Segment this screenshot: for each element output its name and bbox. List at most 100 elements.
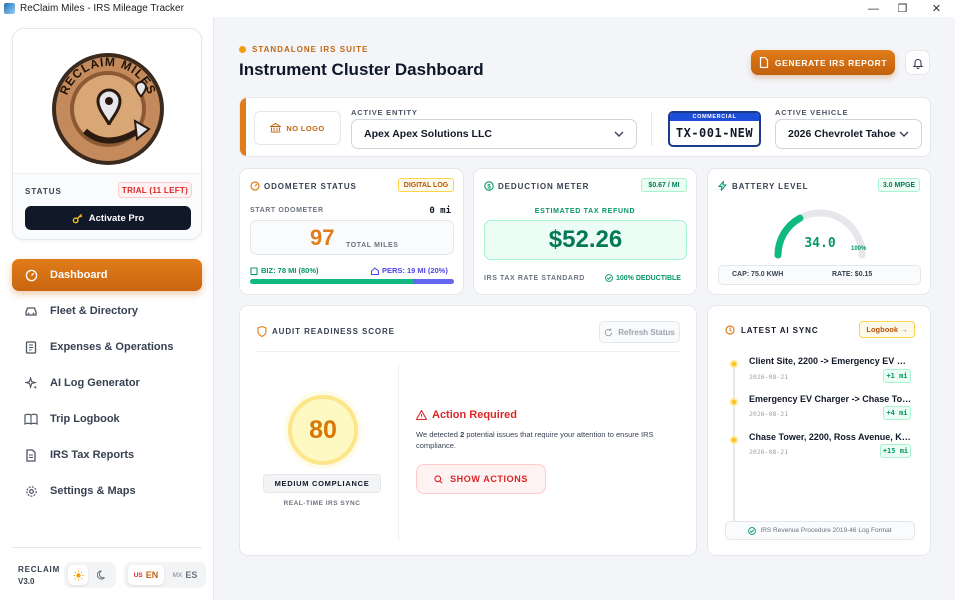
- app-icon: [4, 3, 15, 14]
- pers-miles: PERS: 19 MI (20%): [371, 266, 448, 275]
- sync-item-miles: +4 mi: [883, 406, 911, 420]
- entity-bar: NO LOGO ACTIVE ENTITY Apex Apex Solution…: [239, 97, 931, 157]
- deduction-title: DEDUCTION METER: [498, 182, 590, 191]
- battery-card: BATTERY LEVEL 3.0 MPGE 34.0 100% CAP: 75…: [707, 168, 931, 295]
- sun-icon: [72, 569, 84, 581]
- audit-title: AUDIT READINESS SCORE: [272, 327, 395, 336]
- gauge-icon: [250, 181, 260, 191]
- audit-divider: [257, 351, 680, 352]
- close-button[interactable]: ✕: [920, 0, 953, 17]
- gear-icon: [24, 484, 38, 498]
- sync-item-title[interactable]: Chase Tower, 2200, Ross Avenue, Kly...: [749, 432, 912, 442]
- log-format-label: IRS Revenue Procedure 2019-46 Log Format: [760, 527, 892, 534]
- sidebar-item-label: Fleet & Directory: [50, 305, 139, 317]
- sync-item-date: 2026-08-21: [749, 410, 789, 418]
- timeline-dot: [730, 436, 738, 444]
- eyebrow-label: STANDALONE IRS SUITE: [252, 45, 369, 54]
- language-toggle: US EN MX ES: [124, 562, 206, 588]
- car-icon: [24, 304, 38, 318]
- timeline-line: [733, 362, 735, 532]
- book-icon: [24, 412, 38, 426]
- sync-item-date: 2026-08-21: [749, 448, 789, 456]
- logbook-link[interactable]: Logbook →: [859, 321, 915, 338]
- window-title: ReClaim Miles - IRS Mileage Tracker: [20, 3, 184, 14]
- sync-item-title[interactable]: Emergency EV Charger -> Chase Tow...: [749, 394, 912, 404]
- no-logo-button[interactable]: NO LOGO: [254, 111, 341, 145]
- total-miles-value: 97: [310, 225, 335, 250]
- irs-sync-label: REAL-TIME IRS SYNC: [283, 500, 361, 507]
- sidebar-item-fleet[interactable]: Fleet & Directory: [12, 295, 202, 327]
- sidebar-item-ai-log[interactable]: AI Log Generator: [12, 367, 202, 399]
- action-description: We detected 2 potential issues that requ…: [416, 429, 678, 451]
- action-required-title: Action Required: [432, 409, 517, 421]
- sync-item-title[interactable]: Client Site, 2200 -> Emergency EV Ch...: [749, 356, 912, 366]
- entity-accent: [240, 98, 246, 156]
- show-actions-label: SHOW ACTIONS: [450, 474, 528, 484]
- sidebar-divider: [12, 547, 202, 548]
- sidebar-item-expenses[interactable]: Expenses & Operations: [12, 331, 202, 363]
- active-vehicle-select[interactable]: 2026 Chevrolet Tahoe: [775, 119, 922, 149]
- show-actions-button[interactable]: SHOW ACTIONS: [416, 464, 546, 494]
- generate-irs-report-button[interactable]: GENERATE IRS REPORT: [751, 50, 895, 75]
- active-vehicle-value: 2026 Chevrolet Tahoe: [788, 128, 896, 140]
- activate-pro-button[interactable]: Activate Pro: [25, 206, 191, 230]
- battery-capacity: CAP: 75.0 KWH: [732, 271, 784, 278]
- pers-miles-label: PERS: 19 MI (20%): [382, 266, 448, 275]
- document-icon: [759, 57, 768, 68]
- sync-item-miles: +15 mi: [880, 444, 911, 458]
- mpge-tag: 3.0 MPGE: [878, 178, 920, 192]
- sidebar-item-label: Trip Logbook: [50, 413, 120, 425]
- sidebar-item-trip-logbook[interactable]: Trip Logbook: [12, 403, 202, 435]
- tax-rate-label: IRS TAX RATE STANDARD: [484, 275, 585, 282]
- compliance-badge: MEDIUM COMPLIANCE: [263, 474, 381, 493]
- brand-card: RECLAIM MILES STATUS TRIAL (11 LEFT) Act…: [12, 28, 202, 240]
- dark-theme-button[interactable]: [92, 565, 112, 585]
- svg-text:$: $: [487, 184, 491, 191]
- latest-sync-title: LATEST AI SYNC: [741, 326, 819, 335]
- clock-icon: [725, 325, 735, 335]
- refund-value: $52.26: [484, 220, 687, 260]
- biz-bar: [250, 279, 414, 284]
- battery-rate: RATE: $0.15: [832, 271, 873, 278]
- total-miles-box: 97 TOTAL MILES: [250, 220, 454, 255]
- document-icon: [24, 448, 38, 462]
- plate-number: TX-001-NEW: [675, 126, 754, 140]
- refresh-status-button[interactable]: Refresh Status: [599, 321, 680, 343]
- brand-logo-area: RECLAIM MILES: [13, 29, 201, 174]
- plate-type: COMMERCIAL: [670, 113, 759, 121]
- action-required: Action Required: [416, 409, 517, 421]
- audit-vertical-divider: [398, 364, 399, 541]
- license-plate: COMMERCIAL TX-001-NEW: [668, 111, 761, 147]
- sync-item-date: 2026-08-21: [749, 373, 789, 381]
- battery-level-value: 34.0: [804, 236, 836, 251]
- sidebar-item-label: IRS Tax Reports: [50, 449, 135, 461]
- warning-icon: [416, 410, 427, 420]
- sidebar-item-irs-reports[interactable]: IRS Tax Reports: [12, 439, 202, 471]
- sidebar-item-settings[interactable]: Settings & Maps: [12, 475, 202, 507]
- maximize-button[interactable]: ❐: [886, 0, 919, 17]
- active-vehicle-label: ACTIVE VEHICLE: [775, 108, 849, 117]
- notifications-button[interactable]: [905, 50, 930, 75]
- no-logo-label: NO LOGO: [286, 123, 325, 133]
- reclaim-miles-logo: RECLAIM MILES: [52, 53, 164, 165]
- miles-split-bar: [250, 279, 454, 284]
- check-circle-icon: [605, 274, 613, 282]
- lang-es-button[interactable]: MX ES: [168, 565, 202, 585]
- odometer-title: ODOMETER STATUS: [264, 182, 357, 191]
- audit-card: AUDIT READINESS SCORE Refresh Status 80 …: [239, 305, 697, 556]
- activate-pro-label: Activate Pro: [88, 212, 145, 224]
- trial-badge: TRIAL (11 LEFT): [118, 182, 192, 198]
- timeline-dot: [730, 398, 738, 406]
- active-entity-label: ACTIVE ENTITY: [351, 108, 418, 117]
- moon-icon: [97, 570, 105, 580]
- active-entity-select[interactable]: Apex Apex Solutions LLC: [351, 119, 637, 149]
- battery-title: BATTERY LEVEL: [732, 182, 809, 191]
- log-format-badge: IRS Revenue Procedure 2019-46 Log Format: [725, 521, 915, 540]
- theme-toggle: [64, 562, 116, 588]
- receipt-icon: [24, 340, 38, 354]
- light-theme-button[interactable]: [68, 565, 88, 585]
- sidebar-item-dashboard[interactable]: Dashboard: [12, 259, 202, 291]
- lang-en-button[interactable]: US EN: [128, 565, 164, 585]
- total-miles-label: TOTAL MILES: [346, 242, 399, 249]
- status-label: STATUS: [25, 187, 62, 196]
